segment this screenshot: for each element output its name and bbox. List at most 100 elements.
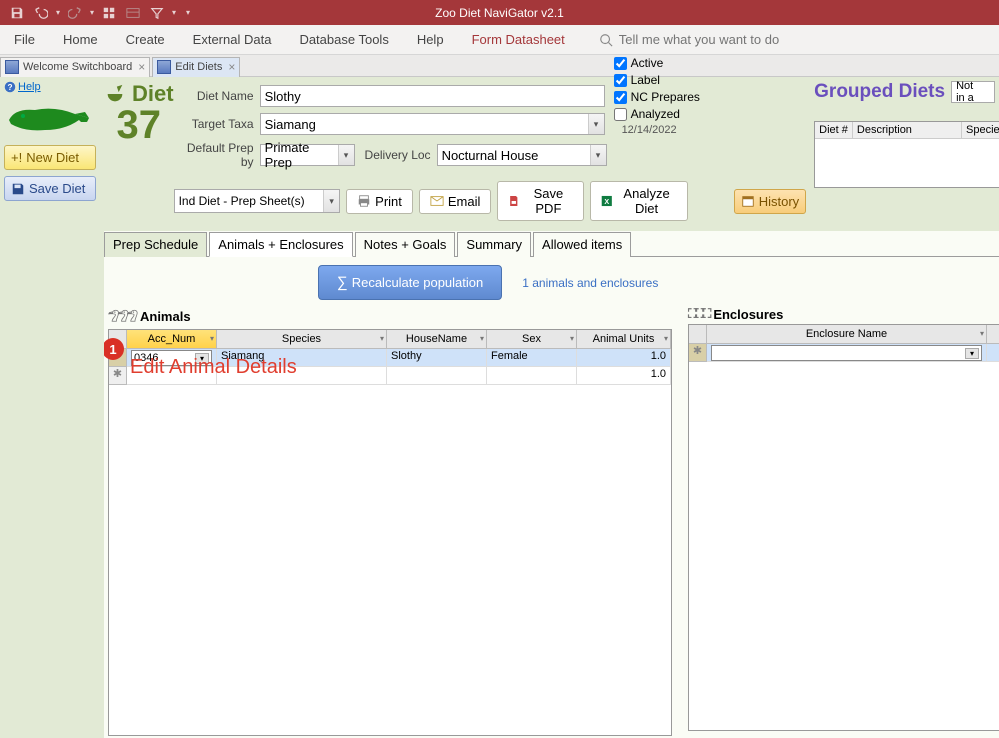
- form-icon[interactable]: [122, 3, 144, 23]
- undo-icon[interactable]: [30, 3, 52, 23]
- enclosures-grid[interactable]: Enclosure Name▾ Units▾ ▾ 1.0: [688, 324, 999, 731]
- help-icon: ?: [4, 81, 16, 93]
- pdf-icon: [508, 194, 520, 208]
- animals-title: 𓅿𓅿𓅿 Animals: [108, 306, 672, 327]
- col-description: Description: [853, 122, 962, 138]
- grouped-filter-combo[interactable]: Not in a: [951, 81, 995, 103]
- new-diet-button[interactable]: +!New Diet: [4, 145, 96, 170]
- ribbon-menu: File Home Create External Data Database …: [0, 25, 999, 55]
- workspace: ? Help +!New Diet Save Diet Diet 37 Diet…: [0, 77, 999, 738]
- tab-edit-diets[interactable]: Edit Diets ×: [152, 57, 240, 77]
- sub-tab-strip: Prep Schedule Animals + Enclosures Notes…: [104, 231, 999, 257]
- delivery-loc-label: Delivery Loc: [361, 148, 431, 162]
- chevron-down-icon: ▾: [588, 114, 604, 134]
- menu-external-data[interactable]: External Data: [179, 25, 286, 55]
- menu-create[interactable]: Create: [112, 25, 179, 55]
- tab-label: Edit Diets: [175, 61, 222, 73]
- grouped-diets-panel: Grouped Diets Not in a Diet # Descriptio…: [806, 81, 999, 231]
- grouped-diets-title: Grouped Diets: [814, 81, 945, 103]
- diet-name-input[interactable]: [260, 85, 605, 107]
- report-type-combo[interactable]: Ind Diet - Prep Sheet(s)▾: [174, 189, 341, 213]
- tab-notes-goals[interactable]: Notes + Goals: [355, 232, 456, 257]
- help-link[interactable]: ? Help: [4, 81, 96, 93]
- title-bar: ▾ ▾ ▾ ▾ Zoo Diet NaviGator v2.1: [0, 0, 999, 25]
- date-text: 12/14/2022: [622, 124, 700, 136]
- calendar-icon: [741, 194, 755, 208]
- diet-header: Diet 37: [104, 81, 174, 231]
- annotation-text: Edit Animal Details: [130, 356, 297, 379]
- tab-summary[interactable]: Summary: [457, 232, 531, 257]
- plus-icon: +!: [11, 150, 22, 165]
- print-icon: [357, 194, 371, 208]
- tab-body: ∑Recalculate population 1 animals and en…: [104, 257, 999, 738]
- animal-icons: 𓅿𓅿𓅿: [108, 306, 136, 327]
- animals-grid[interactable]: Acc_Num▾ Species▾ HouseName▾ Sex▾ Animal…: [108, 329, 672, 736]
- qat-customize-icon[interactable]: ▾: [184, 8, 192, 17]
- col-units[interactable]: Units▾: [987, 325, 999, 344]
- redo-dropdown-icon[interactable]: ▾: [88, 8, 96, 17]
- main-content: Diet 37 Diet Name Active Label NC Prepar…: [100, 77, 999, 738]
- close-icon[interactable]: ×: [138, 60, 145, 74]
- menu-home[interactable]: Home: [49, 25, 112, 55]
- col-enclosure-name[interactable]: Enclosure Name▾: [707, 325, 987, 344]
- col-animal-units[interactable]: Animal Units▾: [577, 330, 671, 349]
- col-housename[interactable]: HouseName▾: [387, 330, 487, 349]
- recalculate-button[interactable]: ∑Recalculate population: [318, 265, 502, 300]
- col-sex[interactable]: Sex▾: [487, 330, 577, 349]
- save-icon: [11, 182, 25, 196]
- filter-dropdown-icon[interactable]: ▾: [170, 8, 178, 17]
- default-prep-label: Default Prep by: [174, 141, 254, 169]
- enclosure-icons: ⛶⛶⛶: [688, 306, 709, 322]
- tab-welcome-switchboard[interactable]: Welcome Switchboard ×: [0, 57, 150, 77]
- history-button[interactable]: History: [734, 189, 806, 214]
- label-checkbox[interactable]: Label: [614, 77, 700, 87]
- chevron-down-icon: ▾: [590, 145, 606, 165]
- default-prep-combo[interactable]: Primate Prep▾: [260, 144, 355, 166]
- view-icon[interactable]: [98, 3, 120, 23]
- quick-access-toolbar: ▾ ▾ ▾ ▾: [0, 3, 192, 23]
- save-diet-button[interactable]: Save Diet: [4, 176, 96, 201]
- tell-me-input[interactable]: [619, 32, 819, 47]
- tab-prep-schedule[interactable]: Prep Schedule: [104, 232, 207, 257]
- menu-help[interactable]: Help: [403, 25, 458, 55]
- diet-name-label: Diet Name: [174, 89, 254, 103]
- search-icon: [599, 33, 613, 47]
- tell-me-search[interactable]: [599, 32, 819, 47]
- col-acc-num[interactable]: Acc_Num▾: [127, 330, 217, 349]
- redo-icon[interactable]: [64, 3, 86, 23]
- crocodile-logo-icon: [4, 99, 94, 139]
- tab-allowed-items[interactable]: Allowed items: [533, 232, 631, 257]
- delivery-loc-combo[interactable]: Nocturnal House▾: [437, 144, 607, 166]
- form-tab-icon: [157, 60, 171, 74]
- col-species: Species: [962, 122, 999, 138]
- nc-prepares-checkbox[interactable]: NC Prepares: [614, 90, 700, 104]
- new-row[interactable]: ▾ 1.0: [689, 344, 999, 362]
- action-toolbar: Ind Diet - Prep Sheet(s)▾ Print Email Sa…: [174, 181, 807, 221]
- menu-file[interactable]: File: [0, 25, 49, 55]
- analyze-diet-button[interactable]: XAnalyze Diet: [590, 181, 688, 221]
- menu-database-tools[interactable]: Database Tools: [285, 25, 402, 55]
- save-icon[interactable]: [6, 3, 28, 23]
- grouped-diets-grid[interactable]: Diet # Description Species: [814, 121, 999, 188]
- email-button[interactable]: Email: [419, 189, 492, 214]
- menu-form-datasheet[interactable]: Form Datasheet: [458, 25, 579, 55]
- col-species[interactable]: Species▾: [217, 330, 387, 349]
- filter-icon[interactable]: [146, 3, 168, 23]
- analyzed-checkbox[interactable]: Analyzed: [614, 107, 700, 121]
- save-pdf-button[interactable]: Save PDF: [497, 181, 583, 221]
- target-taxa-label: Target Taxa: [174, 117, 254, 131]
- sigma-icon: ∑: [337, 274, 348, 291]
- print-button[interactable]: Print: [346, 189, 413, 214]
- close-icon[interactable]: ×: [228, 60, 235, 74]
- form-tab-icon: [5, 60, 19, 74]
- tab-animals-enclosures[interactable]: Animals + Enclosures: [209, 232, 352, 257]
- col-diet-num: Diet #: [815, 122, 853, 138]
- target-taxa-combo[interactable]: Siamang▾: [260, 113, 605, 135]
- enclosure-cell-combo[interactable]: ▾: [711, 345, 982, 361]
- diet-form: Diet Name Active Label NC Prepares Analy…: [174, 81, 807, 231]
- chevron-down-icon: ▾: [323, 190, 339, 212]
- svg-text:?: ?: [7, 83, 12, 92]
- population-status[interactable]: 1 animals and enclosures: [522, 276, 658, 290]
- email-icon: [430, 195, 444, 207]
- undo-dropdown-icon[interactable]: ▾: [54, 8, 62, 17]
